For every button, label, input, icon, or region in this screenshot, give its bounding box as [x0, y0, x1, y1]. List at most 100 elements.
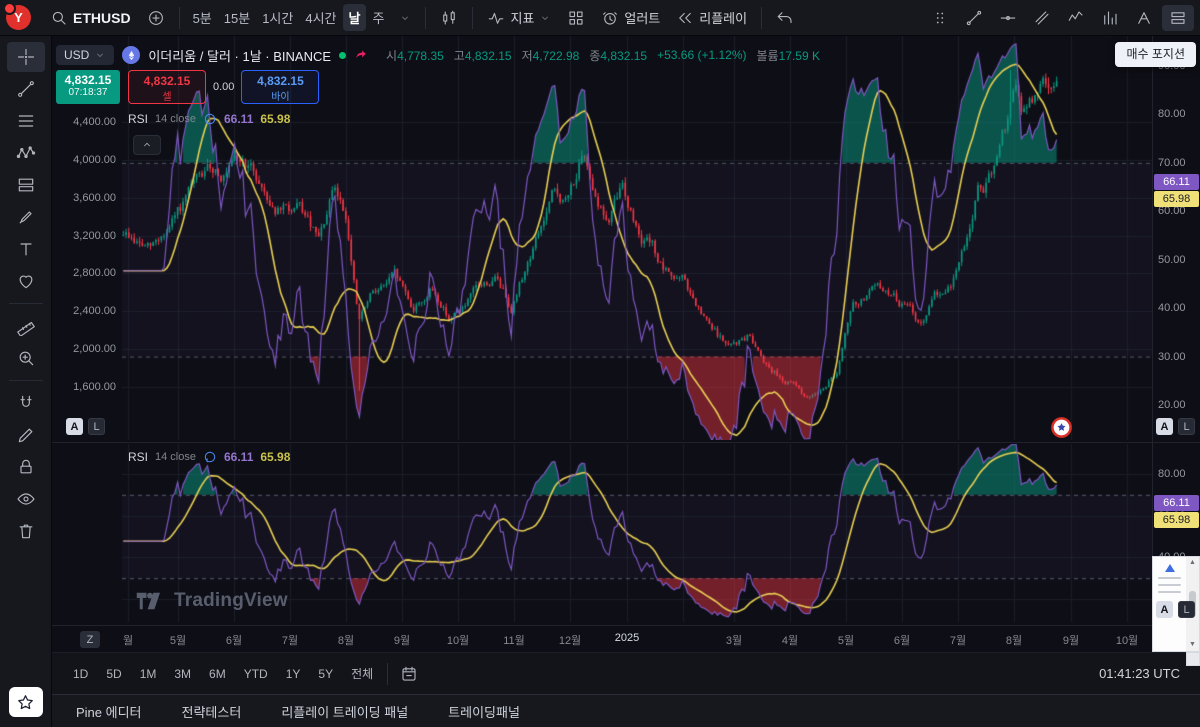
- grid-icon: [567, 9, 585, 27]
- emoji-tool[interactable]: [7, 266, 45, 296]
- countdown-price-box[interactable]: 4,832.15 07:18:37: [56, 70, 120, 104]
- rsi-tick-main: 80.00: [1158, 107, 1186, 121]
- crosshair-tool[interactable]: [7, 42, 45, 72]
- horizontal-line-tool-icon[interactable]: [992, 5, 1024, 31]
- collapse-legend-button[interactable]: [133, 135, 161, 155]
- replay-button[interactable]: 리플레이: [669, 4, 754, 31]
- log-scale-button[interactable]: L: [88, 418, 105, 435]
- interval-주[interactable]: 주: [366, 4, 390, 31]
- rsi-tick-main: 40.00: [1158, 301, 1186, 315]
- trend-line-tool[interactable]: [7, 74, 45, 104]
- time-axis[interactable]: Z 월5월6월7월8월9월10월11월12월20253월4월5월6월7월8월9월…: [52, 625, 1200, 652]
- rsi-tick-main: 20.00: [1158, 398, 1186, 412]
- clock-timezone[interactable]: 01:41:23 UTC: [1099, 666, 1188, 681]
- tab-전략테스터[interactable]: 전략테스터: [182, 702, 242, 721]
- range-1M[interactable]: 1M: [131, 663, 166, 685]
- symbol-search-button[interactable]: ETHUSD: [43, 5, 138, 31]
- market-status-dot: [339, 52, 346, 59]
- brush-tool[interactable]: [7, 202, 45, 232]
- rsi-scale-axis[interactable]: 66.11 65.98 66.11 65.98 90.0080.0070.006…: [1152, 36, 1200, 625]
- time-label: 7월: [950, 632, 966, 648]
- scroll-up-icon[interactable]: ▲: [1189, 559, 1196, 567]
- z-badge[interactable]: Z: [80, 631, 100, 648]
- indicator-params: 14 close: [155, 451, 196, 463]
- auto-scale-button[interactable]: A: [66, 418, 83, 435]
- compare-add-button[interactable]: [140, 5, 172, 31]
- quick-share-icon[interactable]: [354, 48, 368, 62]
- sell-label: 셀: [129, 88, 205, 103]
- range-3M[interactable]: 3M: [165, 663, 200, 685]
- divider: [9, 303, 43, 304]
- sell-button[interactable]: 4,832.15 셀: [128, 70, 206, 104]
- interval-dropdown[interactable]: [392, 8, 418, 28]
- price-tick: 3,600.00: [73, 191, 116, 205]
- event-marker-icon[interactable]: [1050, 416, 1073, 439]
- rsi-legend-sub[interactable]: RSI 14 close 66.11 65.98: [128, 450, 290, 464]
- parallel-channel-icon[interactable]: [1026, 5, 1058, 31]
- tradingview-logo-icon: [136, 592, 166, 610]
- log-scale-button-sub[interactable]: L: [1178, 601, 1195, 618]
- time-label: 10월: [1116, 632, 1138, 648]
- drag-handle-icon[interactable]: [924, 5, 956, 31]
- lock-all-tool[interactable]: [7, 452, 45, 482]
- sell-price: 4,832.15: [129, 74, 205, 88]
- long-position-tool-icon[interactable]: [1162, 5, 1194, 31]
- interval-4시간[interactable]: 4시간: [299, 4, 342, 31]
- blue-triangle-icon: [1165, 564, 1175, 572]
- text-tool[interactable]: [7, 234, 45, 264]
- currency-selector[interactable]: USD: [56, 45, 114, 65]
- bars-pattern-icon[interactable]: [1094, 5, 1126, 31]
- symbol-title[interactable]: 이더리움 / 달러 · 1날 · BINANCE: [148, 46, 331, 65]
- range-1Y[interactable]: 1Y: [277, 663, 310, 685]
- scroll-down-icon[interactable]: ▼: [1189, 641, 1196, 649]
- rsi-legend-main[interactable]: RSI 14 close 66.11 65.98: [128, 112, 290, 126]
- wave-pattern-icon[interactable]: [1060, 5, 1092, 31]
- symbol-name: ETHUSD: [73, 10, 131, 26]
- log-scale-button-right[interactable]: L: [1178, 418, 1195, 435]
- time-label: 5월: [170, 632, 186, 648]
- range-1D[interactable]: 1D: [64, 663, 97, 685]
- sync-icon[interactable]: [203, 112, 217, 126]
- interval-15분[interactable]: 15분: [218, 4, 256, 31]
- volume-label: 볼륨: [757, 49, 779, 63]
- interval-1시간[interactable]: 1시간: [256, 4, 299, 31]
- time-label: 5월: [838, 632, 854, 648]
- interval-날[interactable]: 날: [343, 4, 367, 31]
- draw-mode-tool[interactable]: [7, 420, 45, 450]
- annotation-tool-icon[interactable]: [1128, 5, 1160, 31]
- fib-retracement-tool[interactable]: [7, 106, 45, 136]
- magnet-tool[interactable]: [7, 388, 45, 418]
- auto-scale-button-sub[interactable]: A: [1156, 601, 1173, 618]
- zoom-in-tool[interactable]: [7, 343, 45, 373]
- favorites-star-button[interactable]: [9, 687, 43, 717]
- indicators-button[interactable]: 지표: [480, 4, 558, 31]
- tab-리플레이 트레이딩 패널[interactable]: 리플레이 트레이딩 패널: [281, 702, 408, 721]
- xabcd-pattern-tool[interactable]: [7, 138, 45, 168]
- interval-5분[interactable]: 5분: [187, 4, 218, 31]
- pane-divider[interactable]: [52, 442, 1200, 443]
- alert-button[interactable]: 얼러트: [594, 4, 667, 31]
- time-label: 8월: [338, 632, 354, 648]
- range-전체[interactable]: 전체: [342, 661, 382, 686]
- range-group: 1D5D1M3M6MYTD1Y5Y전체: [64, 661, 382, 686]
- goto-date-button[interactable]: [393, 661, 425, 687]
- long-short-position-tool[interactable]: [7, 170, 45, 200]
- range-YTD[interactable]: YTD: [235, 663, 277, 685]
- tab-Pine 에디터[interactable]: Pine 에디터: [76, 702, 142, 721]
- range-5Y[interactable]: 5Y: [309, 663, 342, 685]
- user-avatar[interactable]: Y: [6, 5, 31, 30]
- remove-all-tool[interactable]: [7, 516, 45, 546]
- trend-tool-icon[interactable]: [958, 5, 990, 31]
- buy-button[interactable]: 4,832.15 바이: [241, 70, 319, 104]
- auto-scale-button-right[interactable]: A: [1156, 418, 1173, 435]
- layout-grid-button[interactable]: [560, 5, 592, 31]
- range-5D[interactable]: 5D: [97, 663, 130, 685]
- chart-type-button[interactable]: [433, 5, 465, 31]
- range-6M[interactable]: 6M: [200, 663, 235, 685]
- measure-tool[interactable]: [7, 311, 45, 341]
- scroll-corner: [1186, 652, 1200, 666]
- tab-트레이딩패널[interactable]: 트레이딩패널: [448, 702, 520, 721]
- hide-all-tool[interactable]: [7, 484, 45, 514]
- undo-button[interactable]: [769, 5, 801, 31]
- sync-icon[interactable]: [203, 450, 217, 464]
